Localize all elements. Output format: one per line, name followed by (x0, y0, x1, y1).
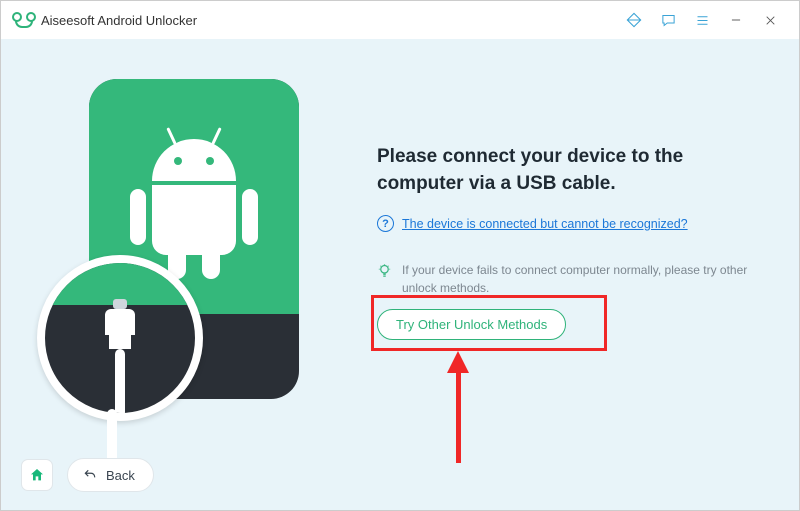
home-icon (29, 467, 45, 483)
close-button[interactable] (755, 5, 785, 35)
titlebar: Aiseesoft Android Unlocker (1, 1, 799, 40)
try-other-unlock-button[interactable]: Try Other Unlock Methods (377, 309, 566, 340)
help-link[interactable]: The device is connected but cannot be re… (402, 217, 688, 231)
annotation-arrow-icon (448, 351, 468, 461)
minimize-button[interactable] (721, 5, 751, 35)
back-button[interactable]: Back (67, 458, 154, 492)
app-logo-icon (15, 11, 33, 29)
usb-magnifier-illustration (37, 255, 203, 421)
tip-text: If your device fails to connect computer… (402, 262, 757, 297)
menu-icon[interactable] (687, 5, 717, 35)
android-robot-icon (139, 139, 249, 255)
app-window: Aiseesoft Android Unlocker (0, 0, 800, 511)
instruction-panel: Please connect your device to the comput… (377, 144, 757, 340)
back-label: Back (106, 468, 135, 483)
headline-text: Please connect your device to the comput… (377, 144, 757, 197)
help-icon: ? (377, 215, 394, 232)
tip-bulb-icon (377, 263, 392, 278)
usb-plug-icon (105, 309, 135, 421)
app-title: Aiseesoft Android Unlocker (41, 13, 197, 28)
content-area: Please connect your device to the comput… (1, 39, 799, 510)
footer-bar: Back (21, 458, 154, 492)
back-arrow-icon (82, 468, 98, 482)
home-button[interactable] (21, 459, 53, 491)
feedback-icon[interactable] (653, 5, 683, 35)
premium-icon[interactable] (619, 5, 649, 35)
